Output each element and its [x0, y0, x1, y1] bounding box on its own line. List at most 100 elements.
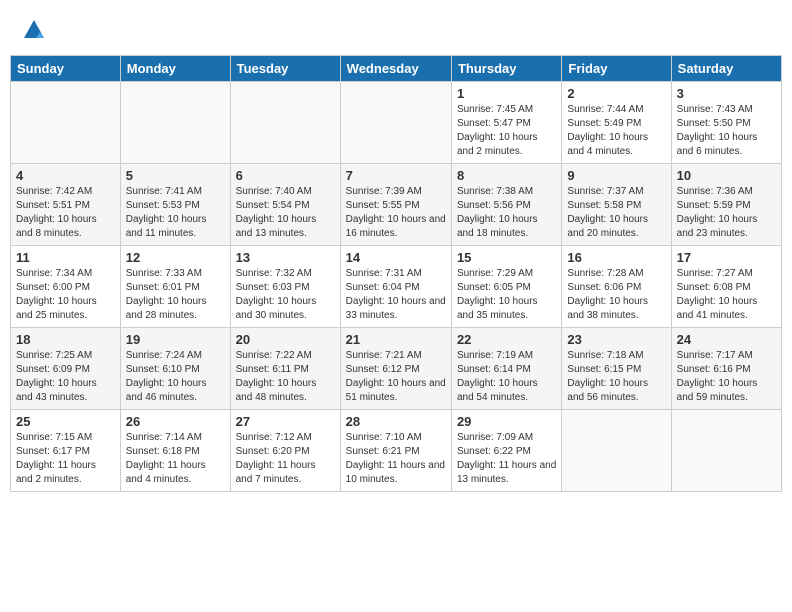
day-info: Sunrise: 7:33 AMSunset: 6:01 PMDaylight:…	[126, 267, 225, 323]
day-info: Sunrise: 7:39 AMSunset: 5:55 PMDaylight:…	[346, 185, 446, 241]
day-info: Sunrise: 7:37 AMSunset: 5:58 PMDaylight:…	[567, 185, 665, 241]
day-number: 17	[677, 250, 776, 265]
page-header	[10, 10, 782, 51]
day-info: Sunrise: 7:38 AMSunset: 5:56 PMDaylight:…	[457, 185, 556, 241]
day-number: 24	[677, 332, 776, 347]
day-number: 18	[16, 332, 115, 347]
day-info: Sunrise: 7:17 AMSunset: 6:16 PMDaylight:…	[677, 349, 776, 405]
day-info: Sunrise: 7:14 AMSunset: 6:18 PMDaylight:…	[126, 431, 225, 487]
calendar-week-row: 11 Sunrise: 7:34 AMSunset: 6:00 PMDayligh…	[11, 246, 782, 328]
day-info: Sunrise: 7:15 AMSunset: 6:17 PMDaylight:…	[16, 431, 115, 487]
day-number: 25	[16, 414, 115, 429]
day-info: Sunrise: 7:19 AMSunset: 6:14 PMDaylight:…	[457, 349, 556, 405]
col-header-monday: Monday	[120, 56, 230, 82]
day-number: 19	[126, 332, 225, 347]
day-number: 10	[677, 168, 776, 183]
calendar-cell: 1 Sunrise: 7:45 AMSunset: 5:47 PMDaylight…	[451, 82, 561, 164]
day-number: 14	[346, 250, 446, 265]
calendar-cell: 3Sunrise: 7:43 AMSunset: 5:50 PMDaylight…	[671, 82, 781, 164]
day-number: 12	[126, 250, 225, 265]
calendar-cell: 15 Sunrise: 7:29 AMSunset: 6:05 PMDayligh…	[451, 246, 561, 328]
calendar-cell: 17 Sunrise: 7:27 AMSunset: 6:08 PMDayligh…	[671, 246, 781, 328]
day-number: 16	[567, 250, 665, 265]
day-info: Sunrise: 7:45 AMSunset: 5:47 PMDaylight:…	[457, 103, 556, 159]
col-header-friday: Friday	[562, 56, 671, 82]
calendar-cell: 20 Sunrise: 7:22 AMSunset: 6:11 PMDayligh…	[230, 328, 340, 410]
calendar-cell: 24 Sunrise: 7:17 AMSunset: 6:16 PMDayligh…	[671, 328, 781, 410]
day-number: 5	[126, 168, 225, 183]
calendar-cell	[671, 410, 781, 492]
calendar-cell: 28 Sunrise: 7:10 AMSunset: 6:21 PMDayligh…	[340, 410, 451, 492]
day-number: 7	[346, 168, 446, 183]
calendar-cell: 5 Sunrise: 7:41 AMSunset: 5:53 PMDaylight…	[120, 164, 230, 246]
day-number: 28	[346, 414, 446, 429]
logo-icon	[22, 18, 46, 42]
day-info: Sunrise: 7:34 AMSunset: 6:00 PMDaylight:…	[16, 267, 115, 323]
day-info: Sunrise: 7:12 AMSunset: 6:20 PMDaylight:…	[236, 431, 335, 487]
day-info: Sunrise: 7:28 AMSunset: 6:06 PMDaylight:…	[567, 267, 665, 323]
calendar-table: SundayMondayTuesdayWednesdayThursdayFrid…	[10, 55, 782, 492]
day-info: Sunrise: 7:21 AMSunset: 6:12 PMDaylight:…	[346, 349, 446, 405]
day-info: Sunrise: 7:36 AMSunset: 5:59 PMDaylight:…	[677, 185, 776, 241]
day-number: 1	[457, 86, 556, 101]
day-info: Sunrise: 7:25 AMSunset: 6:09 PMDaylight:…	[16, 349, 115, 405]
calendar-cell: 26Sunrise: 7:14 AMSunset: 6:18 PMDayligh…	[120, 410, 230, 492]
col-header-wednesday: Wednesday	[340, 56, 451, 82]
calendar-cell: 10 Sunrise: 7:36 AMSunset: 5:59 PMDayligh…	[671, 164, 781, 246]
day-number: 27	[236, 414, 335, 429]
calendar-cell: 27 Sunrise: 7:12 AMSunset: 6:20 PMDayligh…	[230, 410, 340, 492]
day-number: 22	[457, 332, 556, 347]
calendar-cell	[340, 82, 451, 164]
day-number: 15	[457, 250, 556, 265]
day-info: Sunrise: 7:32 AMSunset: 6:03 PMDaylight:…	[236, 267, 335, 323]
calendar-cell: 16 Sunrise: 7:28 AMSunset: 6:06 PMDayligh…	[562, 246, 671, 328]
calendar-cell: 23Sunrise: 7:18 AMSunset: 6:15 PMDayligh…	[562, 328, 671, 410]
day-number: 6	[236, 168, 335, 183]
calendar-cell: 18 Sunrise: 7:25 AMSunset: 6:09 PMDayligh…	[11, 328, 121, 410]
calendar-cell	[11, 82, 121, 164]
day-number: 21	[346, 332, 446, 347]
col-header-sunday: Sunday	[11, 56, 121, 82]
day-info: Sunrise: 7:10 AMSunset: 6:21 PMDaylight:…	[346, 431, 446, 487]
logo	[20, 18, 46, 47]
calendar-cell: 4 Sunrise: 7:42 AMSunset: 5:51 PMDaylight…	[11, 164, 121, 246]
day-info: Sunrise: 7:22 AMSunset: 6:11 PMDaylight:…	[236, 349, 335, 405]
day-number: 11	[16, 250, 115, 265]
calendar-cell: 25 Sunrise: 7:15 AMSunset: 6:17 PMDayligh…	[11, 410, 121, 492]
calendar-cell: 2Sunrise: 7:44 AMSunset: 5:49 PMDaylight…	[562, 82, 671, 164]
calendar-cell: 22 Sunrise: 7:19 AMSunset: 6:14 PMDayligh…	[451, 328, 561, 410]
day-info: Sunrise: 7:18 AMSunset: 6:15 PMDaylight:…	[567, 349, 665, 405]
calendar-week-row: 4 Sunrise: 7:42 AMSunset: 5:51 PMDaylight…	[11, 164, 782, 246]
day-number: 29	[457, 414, 556, 429]
day-number: 4	[16, 168, 115, 183]
calendar-cell: 11 Sunrise: 7:34 AMSunset: 6:00 PMDayligh…	[11, 246, 121, 328]
calendar-cell: 29 Sunrise: 7:09 AMSunset: 6:22 PMDayligh…	[451, 410, 561, 492]
col-header-thursday: Thursday	[451, 56, 561, 82]
day-info: Sunrise: 7:31 AMSunset: 6:04 PMDaylight:…	[346, 267, 446, 323]
calendar-cell: 7 Sunrise: 7:39 AMSunset: 5:55 PMDaylight…	[340, 164, 451, 246]
calendar-cell: 6 Sunrise: 7:40 AMSunset: 5:54 PMDaylight…	[230, 164, 340, 246]
calendar-header-row: SundayMondayTuesdayWednesdayThursdayFrid…	[11, 56, 782, 82]
day-info: Sunrise: 7:09 AMSunset: 6:22 PMDaylight:…	[457, 431, 556, 487]
calendar-week-row: 1 Sunrise: 7:45 AMSunset: 5:47 PMDaylight…	[11, 82, 782, 164]
calendar-cell	[230, 82, 340, 164]
day-info: Sunrise: 7:43 AMSunset: 5:50 PMDaylight:…	[677, 103, 776, 159]
calendar-cell	[120, 82, 230, 164]
col-header-saturday: Saturday	[671, 56, 781, 82]
day-number: 13	[236, 250, 335, 265]
day-number: 9	[567, 168, 665, 183]
calendar-cell: 12 Sunrise: 7:33 AMSunset: 6:01 PMDayligh…	[120, 246, 230, 328]
day-info: Sunrise: 7:29 AMSunset: 6:05 PMDaylight:…	[457, 267, 556, 323]
day-info: Sunrise: 7:27 AMSunset: 6:08 PMDaylight:…	[677, 267, 776, 323]
calendar-cell: 9 Sunrise: 7:37 AMSunset: 5:58 PMDaylight…	[562, 164, 671, 246]
calendar-cell: 19Sunrise: 7:24 AMSunset: 6:10 PMDayligh…	[120, 328, 230, 410]
day-info: Sunrise: 7:44 AMSunset: 5:49 PMDaylight:…	[567, 103, 665, 159]
day-info: Sunrise: 7:41 AMSunset: 5:53 PMDaylight:…	[126, 185, 225, 241]
day-number: 8	[457, 168, 556, 183]
calendar-cell: 14 Sunrise: 7:31 AMSunset: 6:04 PMDayligh…	[340, 246, 451, 328]
calendar-week-row: 18 Sunrise: 7:25 AMSunset: 6:09 PMDayligh…	[11, 328, 782, 410]
calendar-cell: 21 Sunrise: 7:21 AMSunset: 6:12 PMDayligh…	[340, 328, 451, 410]
day-info: Sunrise: 7:40 AMSunset: 5:54 PMDaylight:…	[236, 185, 335, 241]
day-number: 20	[236, 332, 335, 347]
day-info: Sunrise: 7:42 AMSunset: 5:51 PMDaylight:…	[16, 185, 115, 241]
